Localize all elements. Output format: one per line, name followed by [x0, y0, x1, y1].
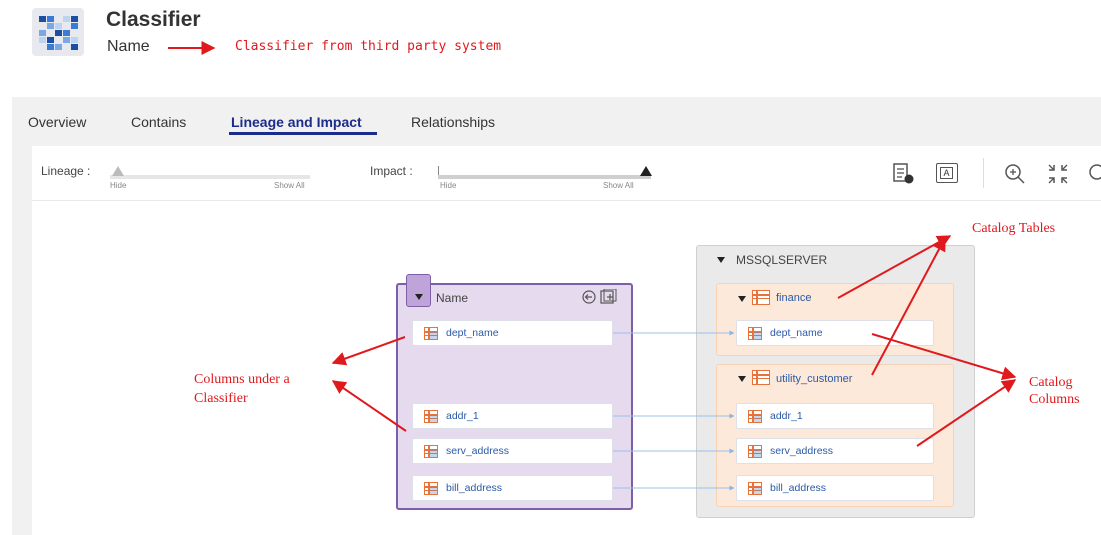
column-table-icon — [424, 445, 438, 458]
lineage-label: Lineage : — [41, 164, 91, 178]
logo-tile — [71, 44, 78, 50]
column-table-icon — [748, 410, 762, 423]
annotation-classifier-columns-line2: Classifier — [194, 391, 248, 406]
logo-tile — [47, 16, 54, 22]
logo-tile — [55, 23, 62, 29]
impact-max-label: Show All — [603, 181, 634, 190]
lineage-max-label: Show All — [274, 181, 305, 190]
catalog-column-bill-address[interactable]: bill_address — [736, 475, 934, 501]
classifier-column-addr-1[interactable]: addr_1 — [412, 403, 613, 429]
table-caret-down-icon[interactable] — [738, 376, 746, 382]
logo-tile — [55, 44, 62, 50]
annotation-classifier-columns-line1: Columns under a — [194, 372, 290, 387]
table-name-finance: finance — [776, 292, 812, 304]
logo-tile — [39, 37, 46, 43]
classifier-logo-icon — [32, 8, 84, 56]
logo-tile — [47, 37, 54, 43]
column-label: bill_address — [446, 482, 503, 494]
logo-tile — [63, 16, 70, 22]
column-table-icon — [424, 410, 438, 423]
logo-tile — [71, 23, 78, 29]
column-label: bill_address — [770, 482, 827, 494]
logo-tile — [71, 37, 78, 43]
logo-tile — [39, 16, 46, 22]
annotation-catalog-tables: Catalog Tables — [972, 221, 1056, 236]
column-label: addr_1 — [770, 410, 803, 422]
tab-lineage-and-impact[interactable]: Lineage and Impact — [231, 114, 362, 130]
text-format-glyph: A — [940, 167, 953, 179]
impact-slider-handle[interactable] — [640, 166, 652, 176]
active-tab-indicator — [229, 132, 377, 135]
tab-contains[interactable]: Contains — [131, 114, 186, 130]
logo-tile — [63, 30, 70, 36]
catalog-column-serv-address[interactable]: serv_address — [736, 438, 934, 464]
annotation-third-party-note: Classifier from third party system — [235, 39, 502, 54]
impact-slider-track[interactable] — [438, 175, 651, 179]
classifier-column-bill-address[interactable]: bill_address — [412, 475, 613, 501]
zoom-in-icon[interactable] — [1004, 163, 1026, 185]
column-label: dept_name — [446, 327, 499, 339]
classifier-node-title: Name — [436, 291, 469, 305]
column-table-icon — [748, 327, 762, 340]
classifier-column-dept-name[interactable]: dept_name — [412, 320, 613, 346]
lineage-slider-track[interactable] — [110, 175, 310, 179]
column-label: serv_address — [446, 445, 510, 457]
impact-label: Impact : — [370, 164, 413, 178]
table-icon — [752, 370, 770, 385]
column-table-icon — [748, 445, 762, 458]
server-caret-down-icon[interactable] — [717, 257, 725, 263]
zoom-out-icon[interactable] — [1088, 163, 1101, 185]
page-title: Classifier — [106, 8, 201, 31]
impact-min-label: Hide — [440, 181, 457, 190]
tab-overview[interactable]: Overview — [28, 114, 86, 130]
node-actions-icon[interactable] — [582, 289, 618, 305]
text-format-icon[interactable]: A — [936, 163, 958, 183]
table-caret-down-icon[interactable] — [738, 296, 746, 302]
annotation-catalog-columns-line2: Columns — [1029, 392, 1080, 407]
fit-to-screen-icon[interactable] — [1047, 163, 1069, 185]
catalog-column-addr-1[interactable]: addr_1 — [736, 403, 934, 429]
logo-tile — [63, 37, 70, 43]
logo-tile — [47, 44, 54, 50]
column-label: addr_1 — [446, 410, 479, 422]
classifier-name: Name — [107, 38, 150, 55]
column-table-icon — [748, 482, 762, 495]
table-name-utility-customer: utility_customer — [776, 373, 853, 385]
lineage-min-label: Hide — [110, 181, 127, 190]
classifier-collapse-button[interactable] — [406, 274, 431, 307]
toolbar-divider — [983, 158, 984, 188]
table-export-icon[interactable] — [893, 163, 915, 185]
logo-tile — [71, 16, 78, 22]
logo-tile — [47, 23, 54, 29]
caret-down-icon — [415, 294, 423, 300]
catalog-column-dept-name[interactable]: dept_name — [736, 320, 934, 346]
controls-divider — [32, 200, 1101, 201]
column-table-icon — [424, 482, 438, 495]
tab-relationships[interactable]: Relationships — [411, 114, 495, 130]
table-icon — [752, 290, 770, 305]
logo-tile — [39, 30, 46, 36]
classifier-column-serv-address[interactable]: serv_address — [412, 438, 613, 464]
column-label: serv_address — [770, 445, 834, 457]
column-label: dept_name — [770, 327, 823, 339]
impact-slider-min-tick — [438, 166, 439, 175]
column-table-icon — [424, 327, 438, 340]
lineage-slider-handle[interactable] — [112, 166, 124, 176]
logo-tile — [55, 30, 62, 36]
server-node-title: MSSQLSERVER — [736, 253, 828, 267]
